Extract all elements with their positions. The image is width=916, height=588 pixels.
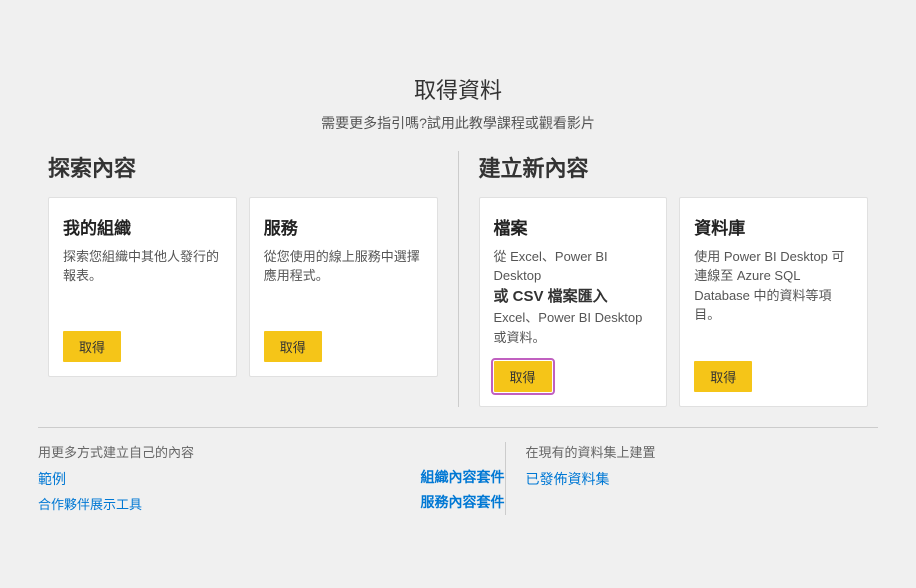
my-org-get-button[interactable]: 取得: [63, 331, 121, 362]
files-get-button[interactable]: 取得: [494, 361, 552, 392]
page-title: 取得資料: [38, 73, 878, 105]
services-desc: 從您使用的線上服務中選擇應用程式。: [264, 247, 423, 317]
main-container: 取得資料 需要更多指引嗎?試用此教學課程或觀看影片 探索內容 我的組織 探索您組…: [8, 53, 908, 536]
database-desc: 使用 Power BI Desktop 可連線至 Azure SQL Datab…: [694, 247, 853, 348]
footer-partner-link[interactable]: 合作夥伴展示工具: [38, 494, 391, 513]
create-section-title: 建立新內容: [479, 151, 869, 183]
explore-section: 探索內容 我的組織 探索您組織中其他人發行的報表。 取得 服務 從您使用的線上服…: [38, 151, 448, 408]
services-title: 服務: [264, 214, 423, 239]
footer-published-dataset-link[interactable]: 已發佈資料集: [526, 471, 610, 487]
database-title: 資料庫: [694, 214, 853, 239]
files-card: 檔案 從 Excel、Power BI Desktop 或 CSV 檔案匯入 E…: [479, 197, 668, 408]
database-get-button[interactable]: 取得: [694, 361, 752, 392]
footer-left-title: 用更多方式建立自己的內容: [38, 442, 391, 461]
section-divider: [458, 151, 459, 408]
my-org-card: 我的組織 探索您組織中其他人發行的報表。 取得: [48, 197, 237, 377]
create-cards: 檔案 從 Excel、Power BI Desktop 或 CSV 檔案匯入 E…: [479, 197, 869, 408]
footer-examples-link[interactable]: 範例: [38, 469, 391, 489]
my-org-desc: 探索您組織中其他人發行的報表。: [63, 247, 222, 317]
footer: 用更多方式建立自己的內容 範例 合作夥伴展示工具 組織內容套件 服務內容套件 在…: [38, 427, 878, 515]
footer-left-links: 範例 合作夥伴展示工具: [38, 469, 391, 513]
create-section: 建立新內容 檔案 從 Excel、Power BI Desktop 或 CSV …: [469, 151, 879, 408]
footer-service-content-link[interactable]: 服務內容套件: [421, 492, 505, 512]
footer-right: 在現有的資料集上建置 已發佈資料集: [505, 442, 879, 515]
footer-left: 用更多方式建立自己的內容 範例 合作夥伴展示工具: [38, 442, 411, 515]
my-org-title: 我的組織: [63, 214, 222, 239]
sections: 探索內容 我的組織 探索您組織中其他人發行的報表。 取得 服務 從您使用的線上服…: [38, 151, 878, 408]
my-org-btn-area: 取得: [63, 331, 222, 362]
database-btn-area: 取得: [694, 361, 853, 392]
page-subtitle: 需要更多指引嗎?試用此教學課程或觀看影片: [38, 113, 878, 133]
files-btn-area: 取得: [494, 361, 653, 392]
footer-left-col2-spacer: [421, 442, 505, 457]
files-desc: 從 Excel、Power BI Desktop 或 CSV 檔案匯入 Exce…: [494, 247, 653, 348]
header: 取得資料 需要更多指引嗎?試用此教學課程或觀看影片: [38, 73, 878, 133]
footer-right-title: 在現有的資料集上建置: [526, 442, 879, 461]
services-btn-area: 取得: [264, 331, 423, 362]
files-desc-post: Excel、Power BI Desktop 或資料。: [494, 310, 643, 345]
services-get-button[interactable]: 取得: [264, 331, 322, 362]
explore-cards: 我的組織 探索您組織中其他人發行的報表。 取得 服務 從您使用的線上服務中選擇應…: [48, 197, 438, 377]
services-card: 服務 從您使用的線上服務中選擇應用程式。 取得: [249, 197, 438, 377]
footer-left-col2: 組織內容套件 服務內容套件: [411, 442, 505, 515]
files-desc-pre: 從 Excel、Power BI Desktop: [494, 249, 608, 284]
database-card: 資料庫 使用 Power BI Desktop 可連線至 Azure SQL D…: [679, 197, 868, 408]
explore-section-title: 探索內容: [48, 151, 438, 183]
files-title: 檔案: [494, 214, 653, 239]
files-desc-highlight: 或 CSV 檔案匯入: [494, 288, 608, 305]
footer-org-content-link[interactable]: 組織內容套件: [421, 467, 505, 487]
